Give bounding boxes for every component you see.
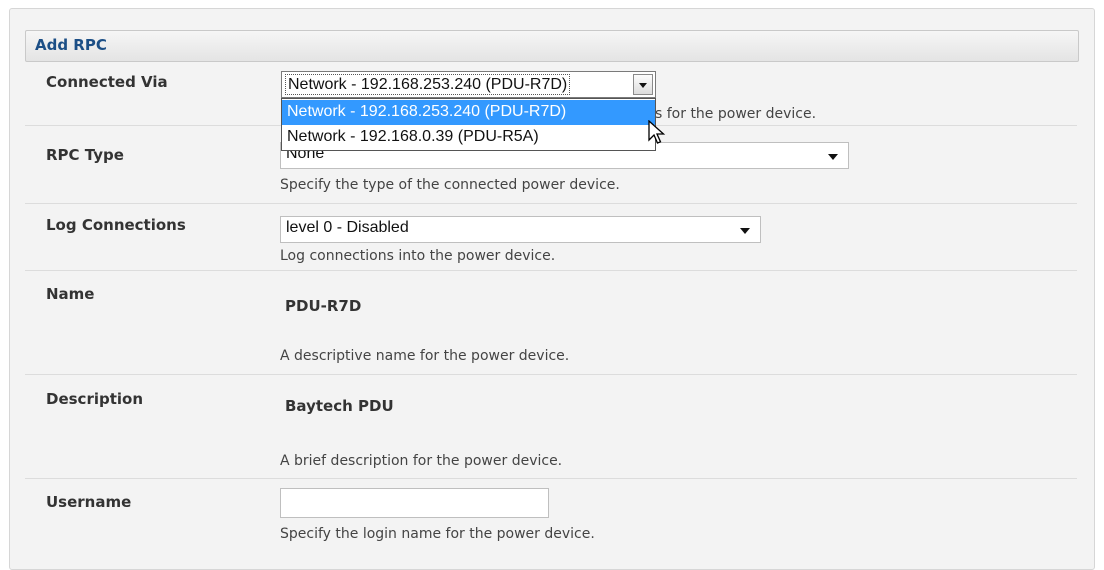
rpc-type-help: Specify the type of the connected power … (280, 177, 620, 193)
row-username: Username Specify the login name for the … (25, 479, 1077, 554)
name-label: Name (46, 285, 95, 303)
connected-via-dropdown-list: Network - 192.168.253.240 (PDU-R7D) Netw… (281, 98, 656, 151)
dropdown-option[interactable]: Network - 192.168.253.240 (PDU-R7D) (282, 100, 655, 125)
chevron-down-icon (828, 154, 838, 160)
connected-via-help: s for the power device. (655, 106, 817, 122)
dropdown-button[interactable] (633, 74, 653, 95)
username-input[interactable] (280, 488, 549, 518)
connected-via-select[interactable]: Network - 192.168.253.240 (PDU-R7D) (281, 71, 656, 98)
log-connections-label: Log Connections (46, 216, 186, 234)
log-connections-select[interactable]: level 0 - Disabled (280, 216, 761, 243)
chevron-down-icon (740, 228, 750, 234)
name-help: A descriptive name for the power device. (280, 348, 570, 364)
row-log-connections: Log Connections level 0 - Disabled Log c… (25, 204, 1077, 271)
connected-via-value: Network - 192.168.253.240 (PDU-R7D) (285, 74, 571, 95)
description-label: Description (46, 390, 144, 408)
row-description: Description Baytech PDU A brief descript… (25, 375, 1077, 479)
connected-via-label: Connected Via (46, 73, 168, 91)
mouse-pointer-icon (648, 120, 666, 144)
log-connections-help: Log connections into the power device. (280, 248, 556, 264)
rpc-type-label: RPC Type (46, 146, 124, 164)
dropdown-option[interactable]: Network - 192.168.0.39 (PDU-R5A) (282, 125, 655, 150)
panel-header: Add RPC (25, 30, 1079, 62)
row-name: Name PDU-R7D A descriptive name for the … (25, 271, 1077, 375)
username-help: Specify the login name for the power dev… (280, 526, 595, 542)
description-help: A brief description for the power device… (280, 453, 563, 469)
name-value: PDU-R7D (285, 297, 362, 315)
username-label: Username (46, 493, 132, 511)
description-value: Baytech PDU (285, 397, 394, 415)
log-connections-value: level 0 - Disabled (286, 219, 409, 236)
panel-title: Add RPC (35, 36, 107, 54)
chevron-down-icon (639, 83, 647, 88)
